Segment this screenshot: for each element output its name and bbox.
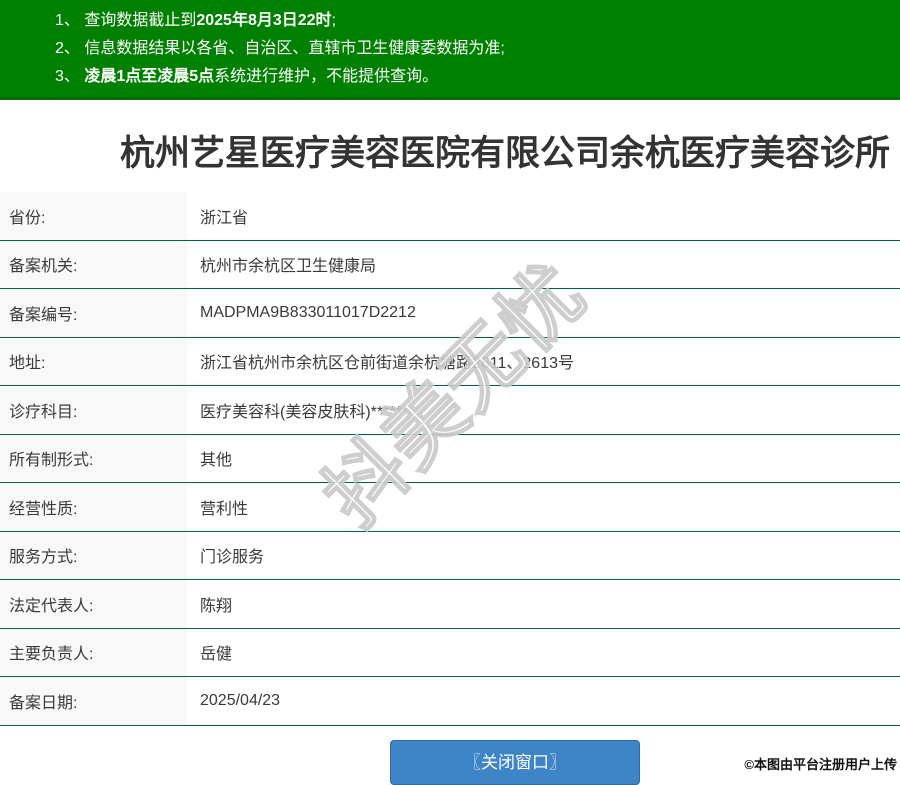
row-label: 备案日期: [0,677,187,725]
table-row-province: 省份: 浙江省 [0,192,900,241]
table-row-business-nature: 经营性质: 营利性 [0,483,900,532]
notice-bar: 1、 查询数据截止到2025年8月3日22时; 2、 信息数据结果以各省、自治区… [0,0,900,100]
table-row-filing-number: 备案编号: MADPMA9B833011017D2212 [0,289,900,338]
table-row-filing-date: 备案日期: 2025/04/23 [0,677,900,726]
row-value: MADPMA9B833011017D2212 [187,289,900,337]
notice-1-post: ; [332,12,336,29]
row-label: 备案编号: [0,289,187,337]
table-row-service-mode: 服务方式: 门诊服务 [0,532,900,581]
notice-line-3: 3、 凌晨1点至凌晨5点系统进行维护，不能提供查询。 [55,63,900,91]
row-value: 2025/04/23 [187,677,900,725]
table-row-ownership-form: 所有制形式: 其他 [0,435,900,484]
row-label: 诊疗科目: [0,386,187,434]
row-value: 营利性 [187,483,900,531]
notice-1-pre: 1、 查询数据截止到 [55,12,196,29]
row-value: 杭州市余杭区卫生健康局 [187,241,900,289]
record-table: 省份: 浙江省 备案机关: 杭州市余杭区卫生健康局 备案编号: MADPMA9B… [0,192,900,726]
row-value: 浙江省杭州市余杭区仓前街道余杭塘路2611、2613号 [187,338,900,386]
row-label: 法定代表人: [0,580,187,628]
row-label: 省份: [0,192,187,240]
row-label: 主要负责人: [0,629,187,677]
notice-3-post: 系统进行维护，不能提供查询。 [214,68,438,85]
notice-2-pre: 2、 信息数据结果以各省、自治区、直辖市卫生健康委数据为准; [55,40,505,57]
row-value: 陈翔 [187,580,900,628]
row-value: 岳健 [187,629,900,677]
table-row-filing-authority: 备案机关: 杭州市余杭区卫生健康局 [0,241,900,290]
notice-1-bold: 2025年8月3日22时 [196,12,331,29]
notice-line-2: 2、 信息数据结果以各省、自治区、直辖市卫生健康委数据为准; [55,35,900,63]
notice-line-1: 1、 查询数据截止到2025年8月3日22时; [55,7,900,35]
row-label: 所有制形式: [0,435,187,483]
footer-upload-note: ©本图由平台注册用户上传 [744,754,897,773]
table-row-treatment-subjects: 诊疗科目: 医疗美容科(美容皮肤科)****** [0,386,900,435]
row-value: 浙江省 [187,192,900,240]
row-label: 地址: [0,338,187,386]
notice-3-bold: 凌晨1点至凌晨5点 [84,68,214,85]
notice-3-pre: 3、 [55,68,84,85]
row-value: 门诊服务 [187,532,900,580]
page-title: 杭州艺星医疗美容医院有限公司余杭医疗美容诊所 [0,100,900,175]
table-row-address: 地址: 浙江省杭州市余杭区仓前街道余杭塘路2611、2613号 [0,338,900,387]
row-label: 经营性质: [0,483,187,531]
row-value: 其他 [187,435,900,483]
row-label: 备案机关: [0,241,187,289]
table-row-principal-person: 主要负责人: 岳健 [0,629,900,678]
row-label: 服务方式: [0,532,187,580]
row-value: 医疗美容科(美容皮肤科)****** [187,386,900,434]
close-window-button[interactable]: 〖关闭窗口〗 [390,740,640,785]
medical-record-lookup-page: { "notice_bar": { "items": [ {"pre": "1、… [0,0,900,776]
table-row-legal-representative: 法定代表人: 陈翔 [0,580,900,629]
